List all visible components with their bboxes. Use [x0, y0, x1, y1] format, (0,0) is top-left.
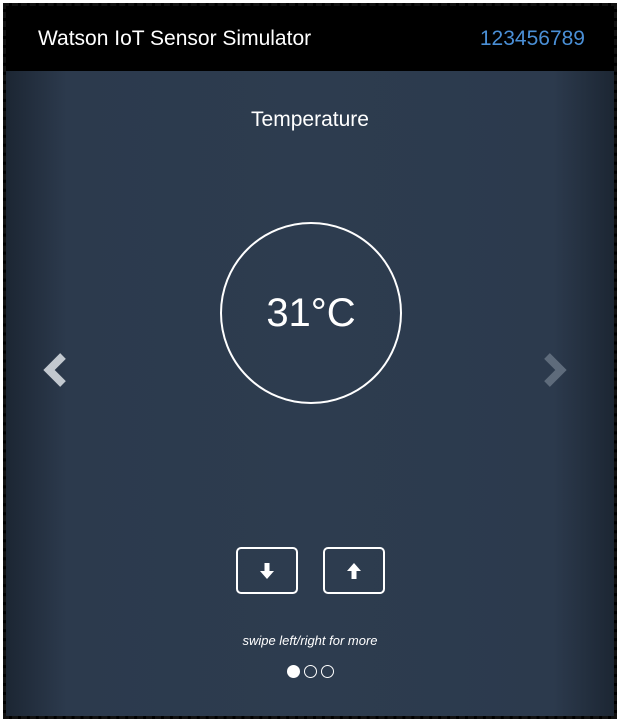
simulator-frame: Watson IoT Sensor Simulator 123456789 Te…: [3, 3, 617, 719]
arrow-up-icon: [347, 562, 361, 579]
decrease-value-button[interactable]: [236, 547, 298, 594]
next-sensor-button[interactable]: [536, 348, 572, 392]
previous-sensor-button[interactable]: [38, 348, 74, 392]
chevron-left-icon: [43, 353, 66, 387]
chevron-right-icon: [544, 353, 567, 387]
sensor-name: Temperature: [251, 108, 369, 131]
arrow-down-icon: [260, 562, 274, 579]
swipe-hint: swipe left/right for more: [242, 633, 378, 648]
sensor-value: 31°C: [266, 290, 356, 335]
pagination-dot-3[interactable]: [320, 665, 334, 678]
device-id[interactable]: 123456789: [480, 27, 585, 51]
pagination-dot-1[interactable]: [286, 665, 300, 678]
app-title: Watson IoT Sensor Simulator: [38, 26, 312, 50]
app-header: Watson IoT Sensor Simulator 123456789: [6, 6, 614, 71]
sensor-carousel[interactable]: Temperature 31°C swipe left/right for mo…: [6, 71, 614, 716]
pagination-dot-2[interactable]: [303, 665, 317, 678]
sensor-gauge: 31°C: [220, 222, 402, 404]
pagination-dots: [6, 665, 614, 678]
increase-value-button[interactable]: [323, 547, 385, 594]
